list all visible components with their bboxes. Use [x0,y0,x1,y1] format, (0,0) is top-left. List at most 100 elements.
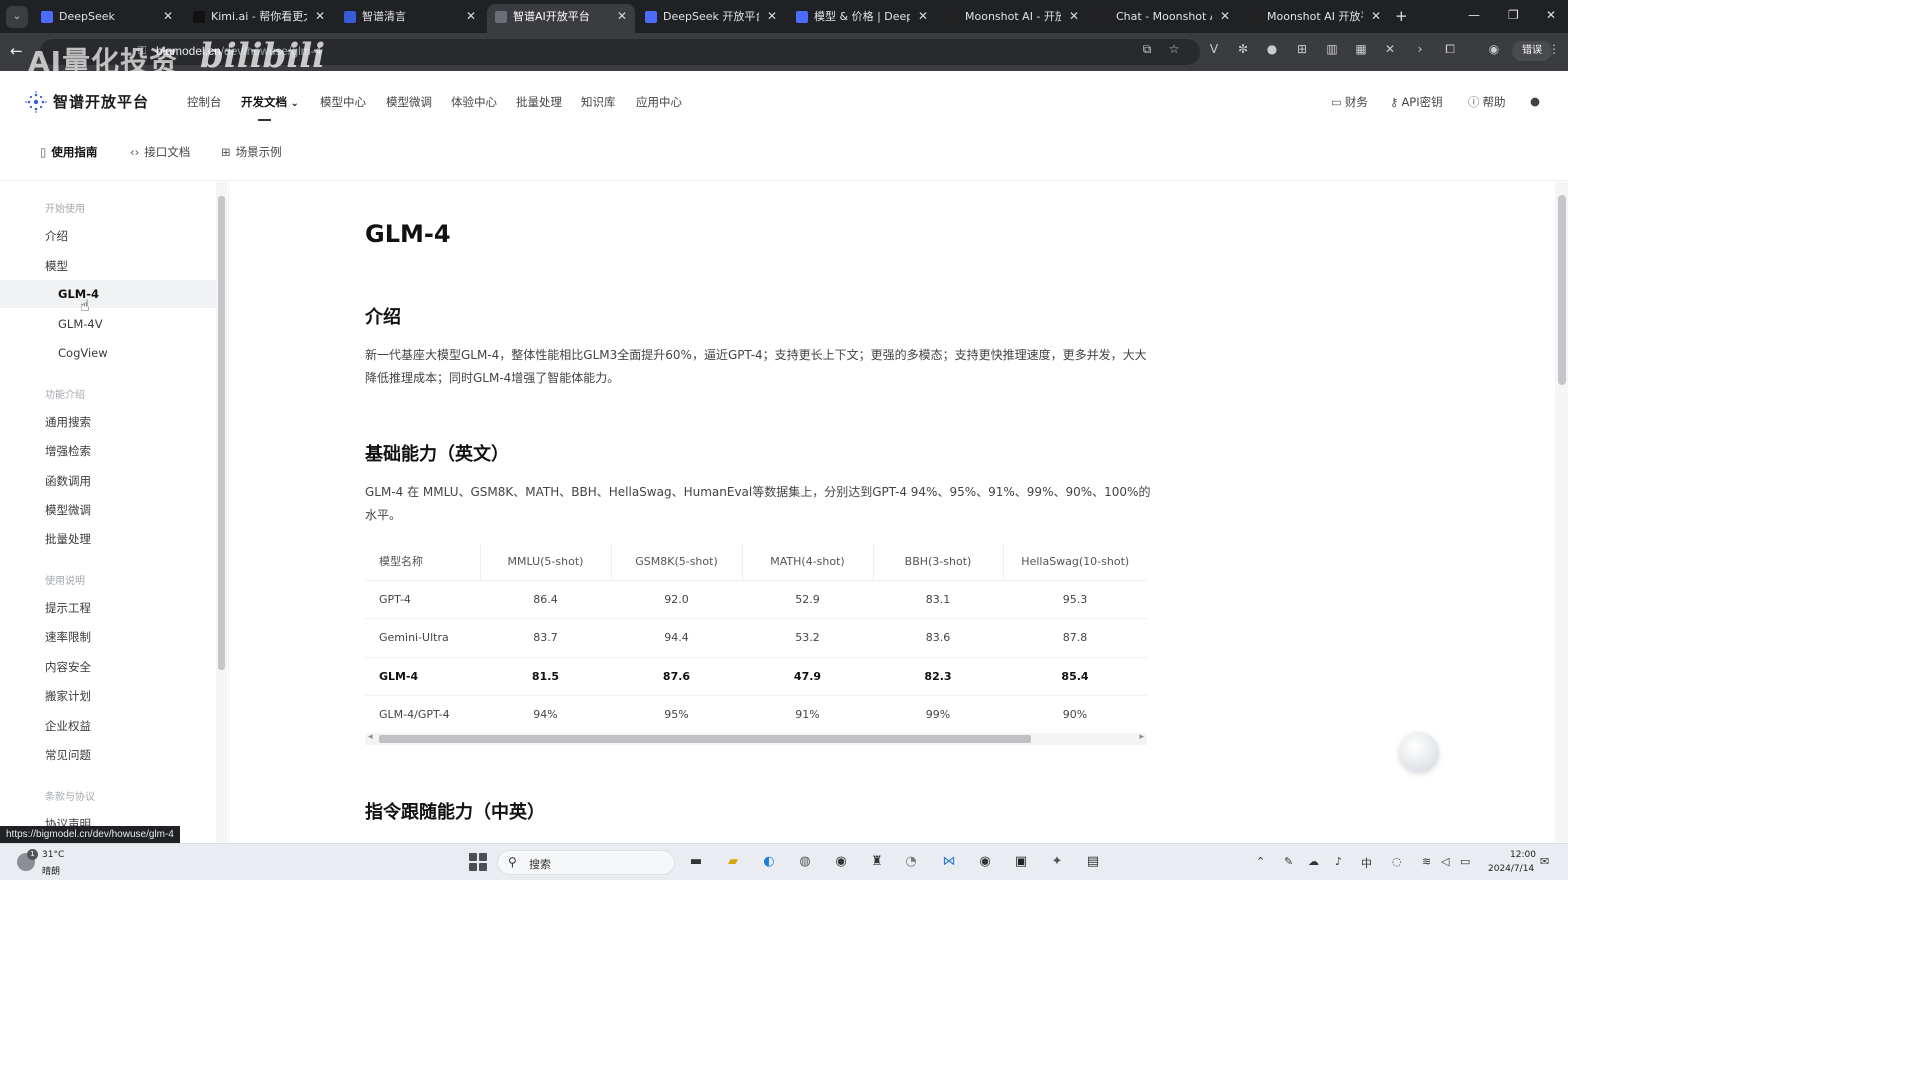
tray-pen-icon[interactable]: ✎ [1284,855,1293,868]
sidebar-item[interactable]: GLM-4 [58,287,99,301]
sidebar-item[interactable]: 常见问题 [45,747,91,763]
tab-search-icon[interactable]: ⌄ [6,6,28,28]
nav-item[interactable]: 批量处理 [516,94,562,110]
translate-icon[interactable]: ⊞ [1295,42,1309,56]
tab-close-icon[interactable]: ✕ [466,4,476,29]
onedrive-cloud-icon[interactable]: ☁ [1308,855,1319,868]
extension-circle-icon[interactable]: ● [1265,42,1279,56]
sidebar-item[interactable]: 提示工程 [45,600,91,616]
nav-item[interactable]: 体验中心 [451,94,497,110]
task-view-icon[interactable]: ▬ [686,852,706,872]
sidebar-item[interactable]: 通用搜索 [45,414,91,430]
vscode-icon[interactable]: ⋈ [939,852,959,872]
nav-item[interactable]: 模型微调 [386,94,432,110]
zhipu-logo-icon[interactable] [25,91,47,113]
app-window-icon[interactable]: ▤ [1083,852,1103,872]
finance-link[interactable]: ▭ 财务 [1331,94,1368,110]
minimize-icon[interactable]: — [1468,8,1480,22]
taskbar-search[interactable]: ⚲ 搜索 [497,850,675,875]
tab-close-icon[interactable]: ✕ [1371,4,1381,29]
chrome-browser-icon[interactable]: ◉ [831,852,851,872]
sidebar-item-intro[interactable]: 介绍 [45,228,68,244]
floating-assistant-button[interactable] [1399,732,1439,772]
help-link[interactable]: ⓘ 帮助 [1468,94,1506,110]
start-menu-icon[interactable] [469,853,487,871]
app-robot-icon[interactable]: ♜ [867,852,887,872]
extension-v-icon[interactable]: V [1207,42,1221,56]
close-window-icon[interactable]: ✕ [1546,8,1556,22]
extensions-puzzle-icon[interactable]: ⧠ [1443,42,1457,56]
profile-avatar-icon[interactable]: ◉ [1487,42,1501,56]
extension-atom-icon[interactable]: ✼ [1236,42,1250,56]
table-horizontal-scrollbar[interactable]: ◂ ▸ [365,732,1147,745]
nav-item[interactable]: 开发文档 ⌄ [241,94,299,110]
extension-arrow-icon[interactable]: › [1413,42,1427,56]
notifications-icon[interactable]: ✉ [1540,855,1549,868]
tab-close-icon[interactable]: ✕ [315,4,325,29]
sidebar-item[interactable]: 增强检索 [45,443,91,459]
tab-close-icon[interactable]: ✕ [617,4,627,29]
install-app-icon[interactable]: ⧉ [1140,42,1154,56]
tab-close-icon[interactable]: ✕ [1220,4,1230,29]
sidebar-item[interactable]: 搬家计划 [45,688,91,704]
chrome-dev-icon[interactable]: ◉ [975,852,995,872]
scroll-left-icon[interactable]: ◂ [368,732,373,742]
tray-app-icon[interactable]: ◌ [1392,855,1402,868]
sidebar-item-models[interactable]: 模型 [45,258,68,274]
app-swirl-icon[interactable]: ◍ [795,852,815,872]
restore-icon[interactable]: ❐ [1508,8,1519,22]
nav-item[interactable]: 知识库 [581,94,616,110]
browser-tab[interactable]: 智谱清言 ✕ [336,4,484,33]
microphone-icon[interactable]: ♪ [1335,855,1342,868]
subnav-tab[interactable]: ▯ 使用指南 [40,144,97,160]
edge-browser-icon[interactable]: ◐ [759,852,779,872]
browser-tab[interactable]: Moonshot AI 开放平 ✕ [1241,4,1389,33]
scroll-right-icon[interactable]: ▸ [1139,732,1144,742]
error-button[interactable]: 错误 [1512,41,1552,61]
clock-time[interactable]: 12:00 [1510,850,1536,860]
nav-item[interactable]: 控制台 [187,94,222,110]
tab-close-icon[interactable]: ✕ [918,4,928,29]
tab-close-icon[interactable]: ✕ [1069,4,1079,29]
extension-x-icon[interactable]: ✕ [1383,42,1397,56]
api-keys-link[interactable]: ⚷ API密钥 [1390,94,1443,110]
ime-indicator[interactable]: 中 [1361,855,1372,871]
volume-icon[interactable]: ◁ [1441,855,1449,868]
back-arrow-icon[interactable]: ← [10,42,23,60]
sidebar-item[interactable]: CogView [58,346,108,360]
browser-tab[interactable]: DeepSeek ✕ [33,4,181,33]
subnav-tab[interactable]: ‹› 接口文档 [130,144,190,160]
browser-tab[interactable]: Moonshot AI - 开放 ✕ [939,4,1087,33]
browser-tab[interactable]: 模型 & 价格 | DeepS ✕ [788,4,936,33]
clock-date[interactable]: 2024/7/14 [1488,864,1534,874]
extension-grid-icon[interactable]: ▦ [1354,42,1368,56]
table-scroll-thumb[interactable] [379,735,1031,743]
sidebar-item[interactable]: 内容安全 [45,659,91,675]
browser-tab[interactable]: Chat - Moonshot AI ✕ [1090,4,1238,33]
subnav-tab[interactable]: ⊞ 场景示例 [221,144,282,160]
tab-close-icon[interactable]: ✕ [163,4,173,29]
sidebar-item[interactable]: 批量处理 [45,531,91,547]
new-tab-button[interactable]: + [1395,7,1408,25]
logo-text[interactable]: 智谱开放平台 [53,91,149,112]
tray-overflow-icon[interactable]: ⌃ [1256,855,1265,868]
browser-tab[interactable]: DeepSeek 开放平台 ✕ [637,4,785,33]
sidebar-scroll-thumb[interactable] [218,196,225,670]
browser-tab[interactable]: Kimi.ai - 帮你看更大 ✕ [185,4,333,33]
weather-description[interactable]: 晴朗 [42,864,60,877]
nav-item[interactable]: 应用中心 [636,94,682,110]
weather-temperature[interactable]: 31°C [42,850,64,860]
wifi-icon[interactable]: ≋ [1422,855,1431,868]
sidebar-item[interactable]: 企业权益 [45,718,91,734]
app-dragon-icon[interactable]: ✦ [1047,852,1067,872]
page-scroll-thumb[interactable] [1558,195,1566,385]
browser-tab[interactable]: 智谱AI开放平台 ✕ [487,4,635,33]
tab-close-icon[interactable]: ✕ [767,4,777,29]
nav-item[interactable]: 模型中心 [320,94,366,110]
sidebar-item[interactable]: GLM-4V [58,317,103,331]
battery-icon[interactable]: ▭ [1460,855,1470,868]
terminal-icon[interactable]: ▣ [1011,852,1031,872]
user-avatar-icon[interactable]: ● [1530,94,1540,108]
sidebar-item[interactable]: 速率限制 [45,629,91,645]
extension-reader-icon[interactable]: ▥ [1325,42,1339,56]
